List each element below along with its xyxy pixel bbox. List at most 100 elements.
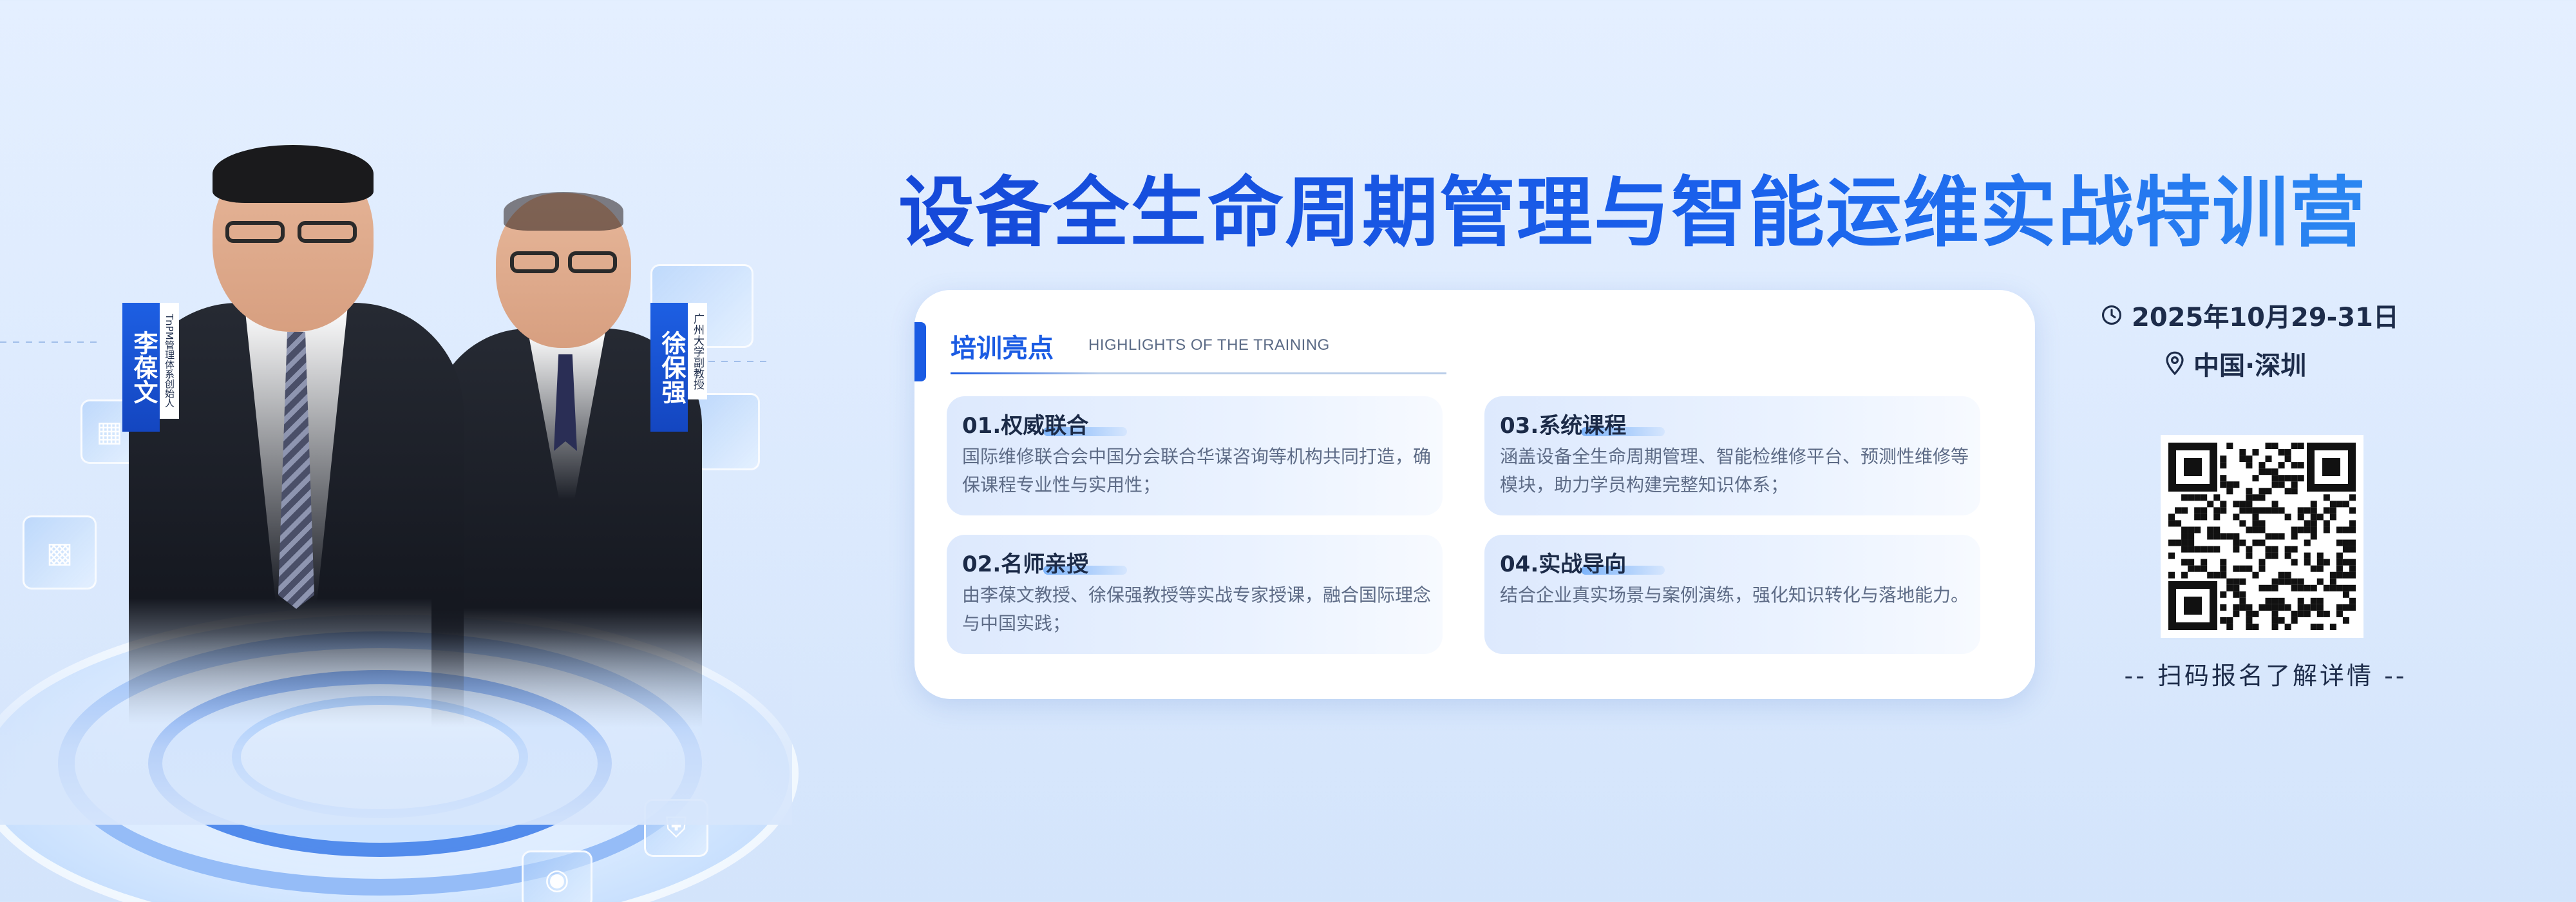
qr-module — [2220, 475, 2227, 482]
qr-module — [2271, 597, 2278, 604]
qr-module — [2246, 546, 2253, 553]
decor-fingerprint-card: ◉ — [522, 850, 592, 902]
qr-module — [2291, 443, 2298, 450]
qr-module — [2168, 513, 2175, 521]
qr-module — [2168, 520, 2175, 527]
chart-icon: ▩ — [46, 536, 73, 569]
qr-module — [2181, 546, 2188, 553]
qr-module — [2207, 533, 2214, 540]
qr-module — [2233, 533, 2240, 540]
qr-module — [2259, 604, 2266, 611]
qr-module — [2310, 604, 2317, 611]
qr-module — [2316, 578, 2324, 585]
qr-module — [2265, 584, 2272, 591]
qr-module — [2323, 584, 2330, 591]
qr-module — [2316, 623, 2324, 630]
qr-module — [2278, 604, 2285, 611]
qr-module — [2201, 513, 2208, 521]
qr-module — [2304, 584, 2311, 591]
qr-module — [2259, 507, 2266, 514]
qr-module — [2220, 462, 2227, 469]
qr-module — [2329, 501, 2336, 508]
qr-module — [2310, 507, 2317, 514]
qr-module — [2271, 604, 2278, 611]
qr-module — [2246, 501, 2253, 508]
qr-module — [2349, 565, 2356, 572]
highlight-label: 04.实战导向 — [1500, 552, 1627, 577]
qr-module — [2188, 539, 2195, 546]
qr-module — [2342, 559, 2349, 566]
qr-module — [2188, 546, 2195, 553]
qr-module — [2284, 604, 2291, 611]
qr-module — [2239, 578, 2246, 585]
qr-module — [2213, 526, 2221, 533]
qr-module — [2188, 494, 2195, 501]
qr-module — [2349, 539, 2356, 546]
decor-dashed-line — [0, 341, 103, 343]
qr-module — [2271, 533, 2278, 540]
qr-module — [2246, 552, 2253, 559]
qr-module — [2278, 597, 2285, 604]
qr-module — [2181, 533, 2188, 540]
qr-module — [2304, 507, 2311, 514]
qr-module — [2329, 507, 2336, 514]
qr-module — [2329, 584, 2336, 591]
qr-module — [2246, 462, 2253, 469]
qr-module — [2213, 507, 2221, 514]
qr-module — [2265, 468, 2272, 475]
qr-module — [2201, 565, 2208, 572]
qr-module — [2188, 533, 2195, 540]
qr-module — [2291, 475, 2298, 482]
qr-module — [2271, 617, 2278, 624]
qr-module — [2168, 552, 2175, 559]
qr-module — [2226, 533, 2233, 540]
qr-module — [2310, 501, 2317, 508]
qr-module — [2207, 526, 2214, 533]
qr-module — [2271, 623, 2278, 630]
qr-module — [2323, 559, 2330, 566]
qr-module — [2188, 565, 2195, 572]
qr-module — [2239, 597, 2246, 604]
qr-module — [2233, 501, 2240, 508]
qr-module — [2252, 623, 2259, 630]
illustration-fade — [0, 631, 792, 825]
qr-module — [2291, 584, 2298, 591]
qr-module — [2233, 610, 2240, 617]
qr-module — [2284, 546, 2291, 553]
header-accent-bar — [914, 322, 926, 381]
qr-module — [2323, 520, 2330, 527]
qr-module — [2252, 507, 2259, 514]
qr-module — [2181, 571, 2188, 579]
qr-module — [2278, 462, 2285, 469]
qr-module — [2233, 578, 2240, 585]
qr-module — [2323, 494, 2330, 501]
qr-module — [2175, 520, 2182, 527]
qr-module — [2239, 456, 2246, 463]
qr-module — [2342, 584, 2349, 591]
qr-module — [2246, 617, 2253, 624]
qr-module — [2194, 494, 2201, 501]
event-location-text: 中国·深圳 — [2193, 351, 2307, 381]
qr-module — [2220, 604, 2227, 611]
qr-module — [2278, 578, 2285, 585]
qr-module — [2265, 443, 2272, 450]
qr-module — [2271, 443, 2278, 450]
qr-module — [2304, 604, 2311, 611]
highlight-card: 03.系统课程 涵盖设备全生命周期管理、智能检维修平台、预测性维修等模块，助力学… — [1484, 396, 1980, 515]
qr-module — [2259, 539, 2266, 546]
qr-module — [2349, 597, 2356, 604]
qr-module — [2291, 617, 2298, 624]
registration-qr-code[interactable] — [2161, 435, 2363, 638]
event-location: 中国·深圳 — [2165, 345, 2306, 382]
event-date: 2025年10月29-31日 — [2101, 296, 2399, 334]
qr-module — [2265, 552, 2272, 559]
qr-module — [2194, 513, 2201, 521]
qr-module — [2336, 559, 2343, 566]
qr-module — [2304, 520, 2311, 527]
header-underline — [951, 372, 1446, 374]
qr-module — [2284, 513, 2291, 521]
document-icon: ▦ — [96, 415, 123, 448]
location-pin-icon — [2166, 351, 2184, 376]
qr-module — [2259, 565, 2266, 572]
qr-module — [2233, 513, 2240, 521]
